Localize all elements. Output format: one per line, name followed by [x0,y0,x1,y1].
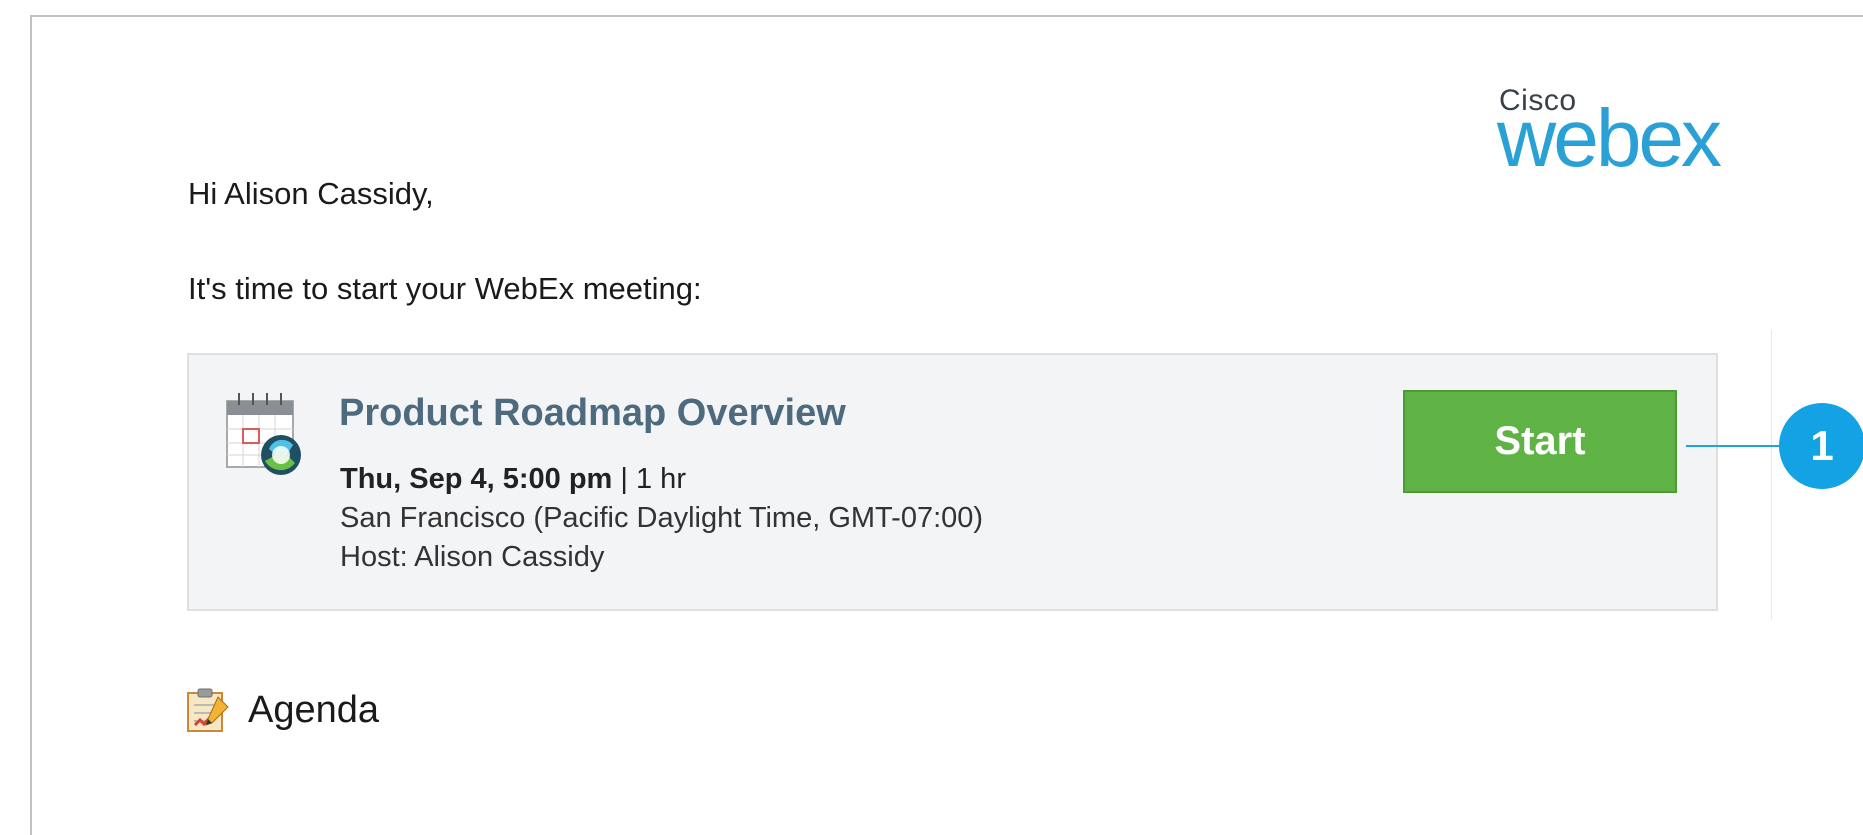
divider [1771,330,1772,620]
meeting-date-time: Thu, Sep 4, 5:00 pm [340,463,613,495]
calendar-webex-icon [226,393,301,475]
meeting-separator: | [612,463,636,495]
callout-connector [1686,445,1781,447]
meeting-location: San Francisco (Pacific Daylight Time, GM… [340,502,984,534]
meeting-title[interactable]: Product Roadmap Overview [339,392,846,435]
greeting-text: Hi Alison Cassidy, [188,176,434,211]
start-meeting-button[interactable]: Start [1403,390,1677,493]
agenda-section: Agenda [186,686,379,734]
notepad-pencil-icon [187,688,229,732]
meeting-duration: 1 hr [636,463,686,495]
cisco-webex-logo: Cisco webex [1497,84,1727,180]
callout-badge: 1 [1779,403,1863,489]
logo-webex-text: webex [1497,93,1722,184]
agenda-title[interactable]: Agenda [248,689,379,732]
meeting-datetime: Thu, Sep 4, 5:00 pm | 1 hr [340,463,686,496]
meeting-host: Host: Alison Cassidy [340,541,605,573]
intro-text: It's time to start your WebEx meeting: [188,271,702,306]
